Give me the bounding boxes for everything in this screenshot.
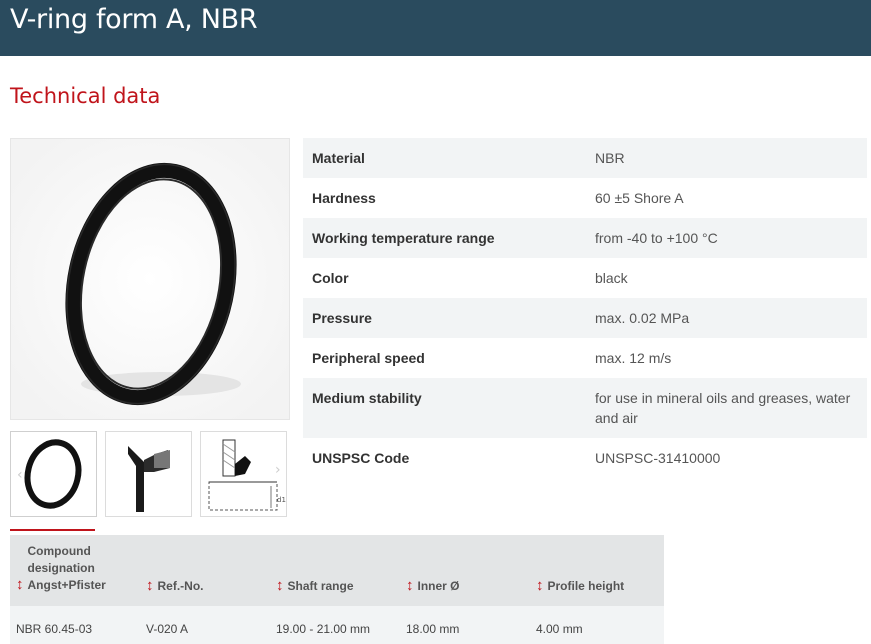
svg-text:d1: d1 (277, 496, 286, 504)
cell-ref-no: V-020 A (140, 606, 270, 644)
spec-value: max. 12 m/s (595, 350, 672, 366)
spec-value: for use in mineral oils and greases, wat… (586, 378, 867, 438)
v-ring-photo-icon (11, 139, 289, 419)
svg-text:›: › (275, 462, 281, 478)
sort-arrows-icon: ↕ (276, 577, 284, 594)
header-compound-line2: designation (27, 561, 95, 575)
cell-profile-height: 4.00 mm (530, 606, 664, 644)
spec-row-color: Color black (303, 258, 867, 298)
sort-arrows-icon: ↕ (16, 576, 24, 593)
spec-label: Material (303, 138, 586, 178)
spec-value: from -40 to +100 °C (586, 218, 867, 258)
compound-table-header: ↕Compound designation Angst+Pfister ↕ Ref.-… (10, 535, 664, 606)
column-header-inner-diameter[interactable]: ↕ Inner Ø (400, 535, 530, 606)
compound-table: ↕Compound designation Angst+Pfister ↕ Ref.-… (10, 535, 664, 644)
spec-row-material: Material NBR (303, 138, 867, 178)
table-row[interactable]: NBR 60.45-03 V-020 A 19.00 - 21.00 mm 18… (10, 606, 664, 644)
spec-label: Peripheral speed (312, 350, 425, 366)
column-header-shaft-range[interactable]: ↕ Shaft range (270, 535, 400, 606)
thumbnail-3[interactable]: d1 › (200, 431, 287, 517)
header-label: Shaft range (287, 579, 354, 593)
spec-value: NBR (586, 138, 867, 178)
v-ring-profile-icon (128, 446, 170, 512)
column-header-ref-no[interactable]: ↕ Ref.-No. (140, 535, 270, 606)
spec-value: 60 ±5 Shore A (595, 190, 684, 206)
header-label: Profile height (547, 579, 625, 593)
thumbnail-active-indicator (10, 529, 95, 531)
section-title: Technical data (10, 84, 161, 108)
product-main-image[interactable] (10, 138, 290, 420)
spec-value: black (595, 270, 628, 286)
header-label: Ref.-No. (157, 579, 204, 593)
spec-label: Color (312, 270, 349, 286)
header-label: Inner Ø (417, 579, 460, 593)
thumbnail-1[interactable]: ‹ (10, 431, 97, 517)
spec-label: Hardness (312, 190, 376, 206)
spec-label: Pressure (303, 298, 586, 338)
svg-text:‹: ‹ (17, 467, 23, 483)
page-header: V-ring form A, NBR (0, 0, 871, 56)
sort-arrows-icon: ↕ (406, 577, 414, 594)
installation-drawing-icon: d1 › (208, 439, 286, 511)
spec-row-peripheral-speed: Peripheral speed max. 12 m/s (303, 338, 867, 378)
spec-row-hardness: Hardness 60 ±5 Shore A (303, 178, 867, 218)
spec-row-unspsc: UNSPSC Code UNSPSC-31410000 (303, 438, 867, 478)
v-ring-thumbnail-icon: ‹ (17, 439, 82, 509)
specs-table: Material NBR Hardness 60 ±5 Shore A Work… (303, 138, 867, 478)
spec-label: UNSPSC Code (312, 450, 410, 466)
spec-row-temperature: Working temperature range from -40 to +1… (303, 218, 867, 258)
spec-row-medium-stability: Medium stability for use in mineral oils… (303, 378, 867, 438)
spec-label: Working temperature range (303, 218, 586, 258)
cell-compound: NBR 60.45-03 (10, 606, 140, 644)
column-header-compound[interactable]: ↕ Compound designation Angst+Pfister (10, 535, 140, 606)
spec-row-pressure: Pressure max. 0.02 MPa (303, 298, 867, 338)
header-compound-line1: Compound (27, 544, 91, 558)
thumbnail-strip: ‹ d1 › (10, 431, 290, 519)
spec-label: Medium stability (303, 378, 586, 438)
spec-value: UNSPSC-31410000 (595, 450, 721, 466)
page-title: V-ring form A, NBR (10, 4, 258, 35)
sort-arrows-icon: ↕ (146, 577, 154, 594)
column-header-profile-height[interactable]: ↕ Profile height (530, 535, 664, 606)
sort-arrows-icon: ↕ (536, 577, 544, 594)
spec-value: max. 0.02 MPa (586, 298, 867, 338)
cell-inner-diameter: 18.00 mm (400, 606, 530, 644)
thumbnail-2[interactable] (105, 431, 192, 517)
cell-shaft-range: 19.00 - 21.00 mm (270, 606, 400, 644)
header-compound-line3: Angst+Pfister (27, 578, 106, 592)
